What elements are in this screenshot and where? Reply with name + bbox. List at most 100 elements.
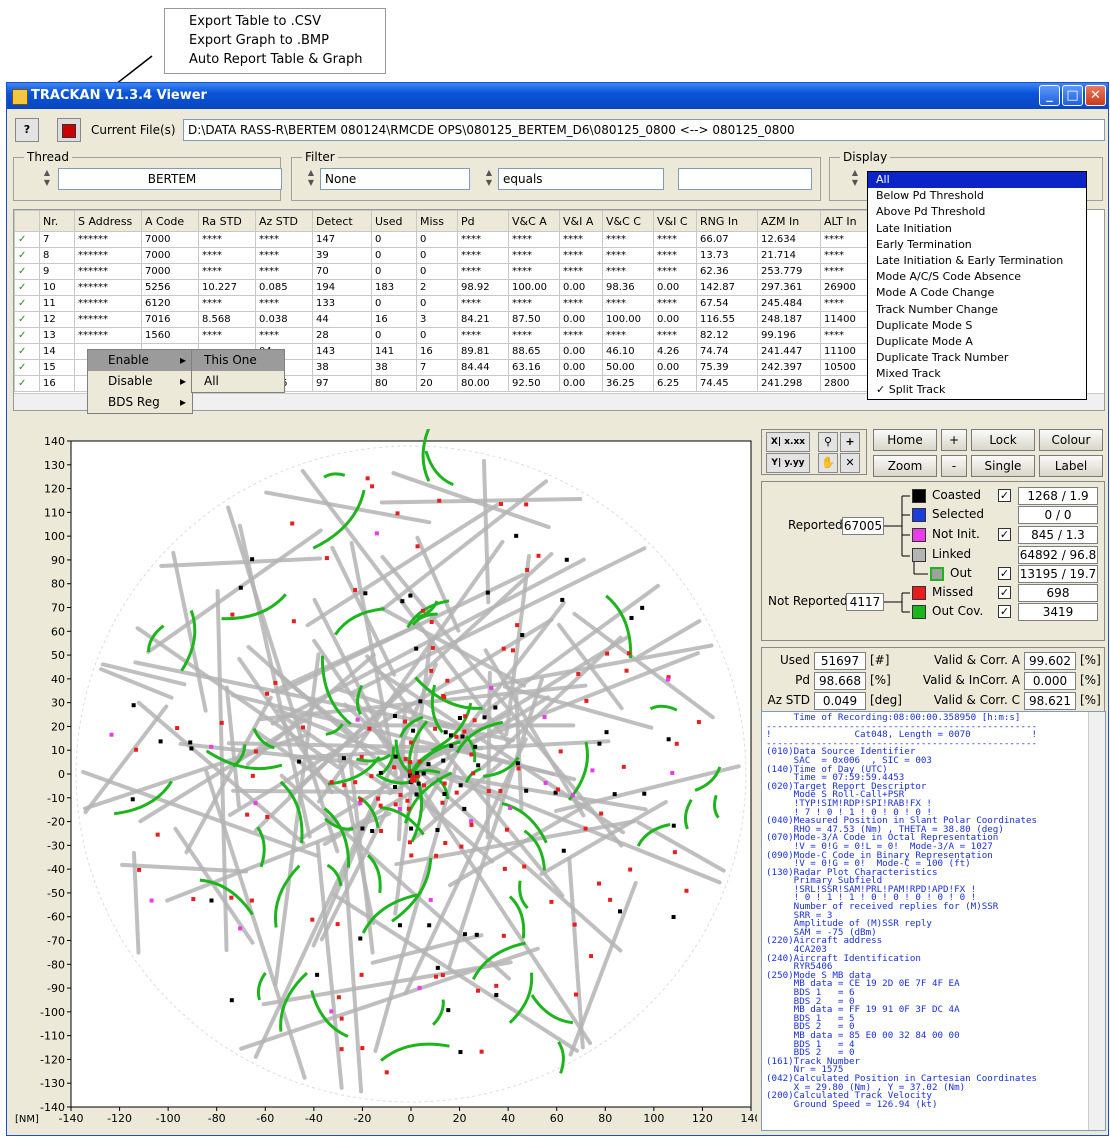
label-button[interactable]: Label <box>1039 455 1103 477</box>
display-option[interactable]: Mode A Code Change <box>868 285 1086 301</box>
table-row[interactable]: ✓ 13 ****** 1560 **** **** 28 0 0 **** **** **** ***… <box>14 327 868 344</box>
thread-spinner[interactable]: ▲ ▼ <box>40 168 54 190</box>
this-one-menu-item[interactable]: This One <box>192 350 284 371</box>
plot-marker <box>524 502 529 507</box>
current-file-field[interactable]: D:\DATA RASS-R\BERTEM 080124\RMCDE OPS\0… <box>183 119 1105 141</box>
table-cell: **** <box>457 247 509 264</box>
y-tick-label: -110 <box>40 1030 65 1043</box>
plot-marker <box>355 717 360 722</box>
export-menu-button[interactable] <box>57 118 81 142</box>
thread-field[interactable]: BERTEM <box>58 168 282 190</box>
table-cell: 84.21 <box>457 311 509 328</box>
close-button[interactable]: ✕ <box>1085 85 1106 106</box>
record-detail-panel[interactable]: Time of Recording:08:00:00.358950 [h:m:s… <box>761 711 1106 1131</box>
display-option[interactable]: All <box>868 172 1086 189</box>
legend-checkbox[interactable]: ✓ <box>998 567 1011 580</box>
column-header[interactable]: Az STD <box>255 210 313 232</box>
column-header[interactable]: Nr. <box>39 210 75 232</box>
single-button[interactable]: Single <box>971 455 1035 477</box>
maximize-button[interactable]: □ <box>1062 85 1083 106</box>
column-header[interactable]: V&I C <box>653 210 697 232</box>
table-row[interactable]: ✓ 12 ****** 7016 8.568 0.038 44 16 3 84.21 87.50 0.… <box>14 311 868 328</box>
plot-marker <box>409 740 414 745</box>
display-option[interactable]: Duplicate Mode S <box>868 318 1086 334</box>
table-row[interactable]: ✓ 8 ****** 7000 **** **** 39 0 0 **** **** **** ****… <box>14 247 868 264</box>
column-header[interactable]: ALT In <box>820 210 868 232</box>
column-header[interactable]: Detect <box>312 210 372 232</box>
display-option[interactable]: Duplicate Track Number <box>868 350 1086 366</box>
column-header[interactable]: RNG In <box>696 210 758 232</box>
filter-field-spinner[interactable]: ▲ ▼ <box>304 168 318 190</box>
legend-checkbox[interactable]: ✓ <box>998 586 1011 599</box>
column-header[interactable]: Ra STD <box>198 210 256 232</box>
column-header[interactable]: Used <box>371 210 417 232</box>
minimize-button[interactable]: _ <box>1039 85 1060 106</box>
plot-marker <box>369 774 374 779</box>
table-cell: **** <box>508 231 560 248</box>
bds-reg-menu-item[interactable]: BDS Reg ▸ <box>88 392 192 413</box>
zoom-button[interactable]: Zoom <box>873 455 937 477</box>
legend-checkbox[interactable]: ✓ <box>998 605 1011 618</box>
display-label: Display <box>840 150 891 164</box>
column-header[interactable]: AZM In <box>757 210 821 232</box>
table-cell: 15 <box>39 359 75 376</box>
plot-marker <box>442 792 447 797</box>
column-header[interactable]: V&C C <box>602 210 654 232</box>
table-cell: 11100 <box>820 343 868 360</box>
filter-op-select[interactable]: equals <box>498 168 664 190</box>
all-menu-item[interactable]: All <box>192 371 284 392</box>
pan-icon[interactable]: ✋ <box>818 453 838 473</box>
zoom-out-button[interactable]: - <box>941 455 967 477</box>
filter-op-spinner[interactable]: ▲ ▼ <box>482 168 496 190</box>
plot-marker <box>555 787 560 792</box>
column-header[interactable]: Pd <box>457 210 509 232</box>
display-option[interactable]: Duplicate Mode A <box>868 334 1086 350</box>
column-header[interactable]: V&I A <box>559 210 603 232</box>
column-header[interactable]: A Code <box>141 210 199 232</box>
display-option[interactable]: Mixed Track <box>868 366 1086 382</box>
help-button[interactable]: ? <box>15 118 39 142</box>
enable-menu-item[interactable]: Enable ▸ <box>88 350 192 371</box>
delete-icon[interactable]: ✕ <box>840 453 860 473</box>
colour-button[interactable]: Colour <box>1039 429 1103 451</box>
display-option[interactable]: Late Initiation <box>868 221 1086 237</box>
display-option[interactable]: Early Termination <box>868 237 1086 253</box>
display-option[interactable]: Above Pd Threshold <box>868 204 1086 220</box>
plot-marker <box>189 746 194 751</box>
filter-field-select[interactable]: None <box>320 168 470 190</box>
legend-checkbox[interactable]: ✓ <box>998 489 1011 502</box>
column-header[interactable]: Miss <box>416 210 458 232</box>
table-cell: 183 <box>371 279 417 296</box>
display-spinner[interactable]: ▲ ▼ <box>848 168 862 190</box>
column-header[interactable]: V&C A <box>508 210 560 232</box>
display-option[interactable]: Track Number Change <box>868 302 1086 318</box>
zoom-icon[interactable]: ⚲ <box>818 432 838 452</box>
filter-text-field[interactable] <box>678 168 812 190</box>
column-header[interactable] <box>14 210 40 232</box>
display-option[interactable]: Below Pd Threshold <box>868 188 1086 204</box>
radar-plot[interactable]: -140 -120 -100 -80 -60 -40 -20 0 20 40 60 80 100 120 1… <box>13 418 762 1133</box>
lock-button[interactable]: Lock <box>971 429 1035 451</box>
zoom-in-button[interactable]: + <box>941 429 967 451</box>
x-scale-icon[interactable]: X| x.xx <box>766 432 810 452</box>
display-option[interactable]: Mode A/C/S Code Absence <box>868 269 1086 285</box>
plot-marker <box>671 915 676 920</box>
home-button[interactable]: Home <box>873 429 937 451</box>
plot-marker <box>473 744 478 749</box>
table-cell: 46.10 <box>602 343 654 360</box>
table-row[interactable]: ✓ 10 ****** 5256 10.227 0.085 194 183 2 98.92 100.… <box>14 279 868 296</box>
table-row[interactable]: ✓ 9 ****** 7000 **** **** 70 0 0 **** **** **** ****… <box>14 263 868 280</box>
y-tick-label: -40 <box>47 863 65 876</box>
table-row[interactable]: ✓ 7 ****** 7000 **** **** 147 0 0 **** **** **** ***… <box>14 231 868 248</box>
column-header[interactable]: S Address <box>74 210 142 232</box>
legend-checkbox[interactable]: ✓ <box>998 528 1011 541</box>
display-option[interactable]: Late Initiation & Early Termination <box>868 253 1086 269</box>
disable-menu-item[interactable]: Disable ▸ <box>88 371 192 392</box>
y-scale-icon[interactable]: Y| y.yy <box>766 453 810 473</box>
not-reported-label: Not Reported <box>768 594 848 608</box>
plus-cursor-icon[interactable]: + <box>840 432 860 452</box>
detail-scrollbar[interactable] <box>1088 712 1105 1130</box>
display-option[interactable]: ✓ Split Track <box>868 382 1086 398</box>
display-dropdown-list[interactable]: All Below Pd Threshold Above Pd Threshold L… <box>867 171 1087 400</box>
table-row[interactable]: ✓ 11 ****** 6120 **** **** 133 0 0 **** **** **** **… <box>14 295 868 312</box>
